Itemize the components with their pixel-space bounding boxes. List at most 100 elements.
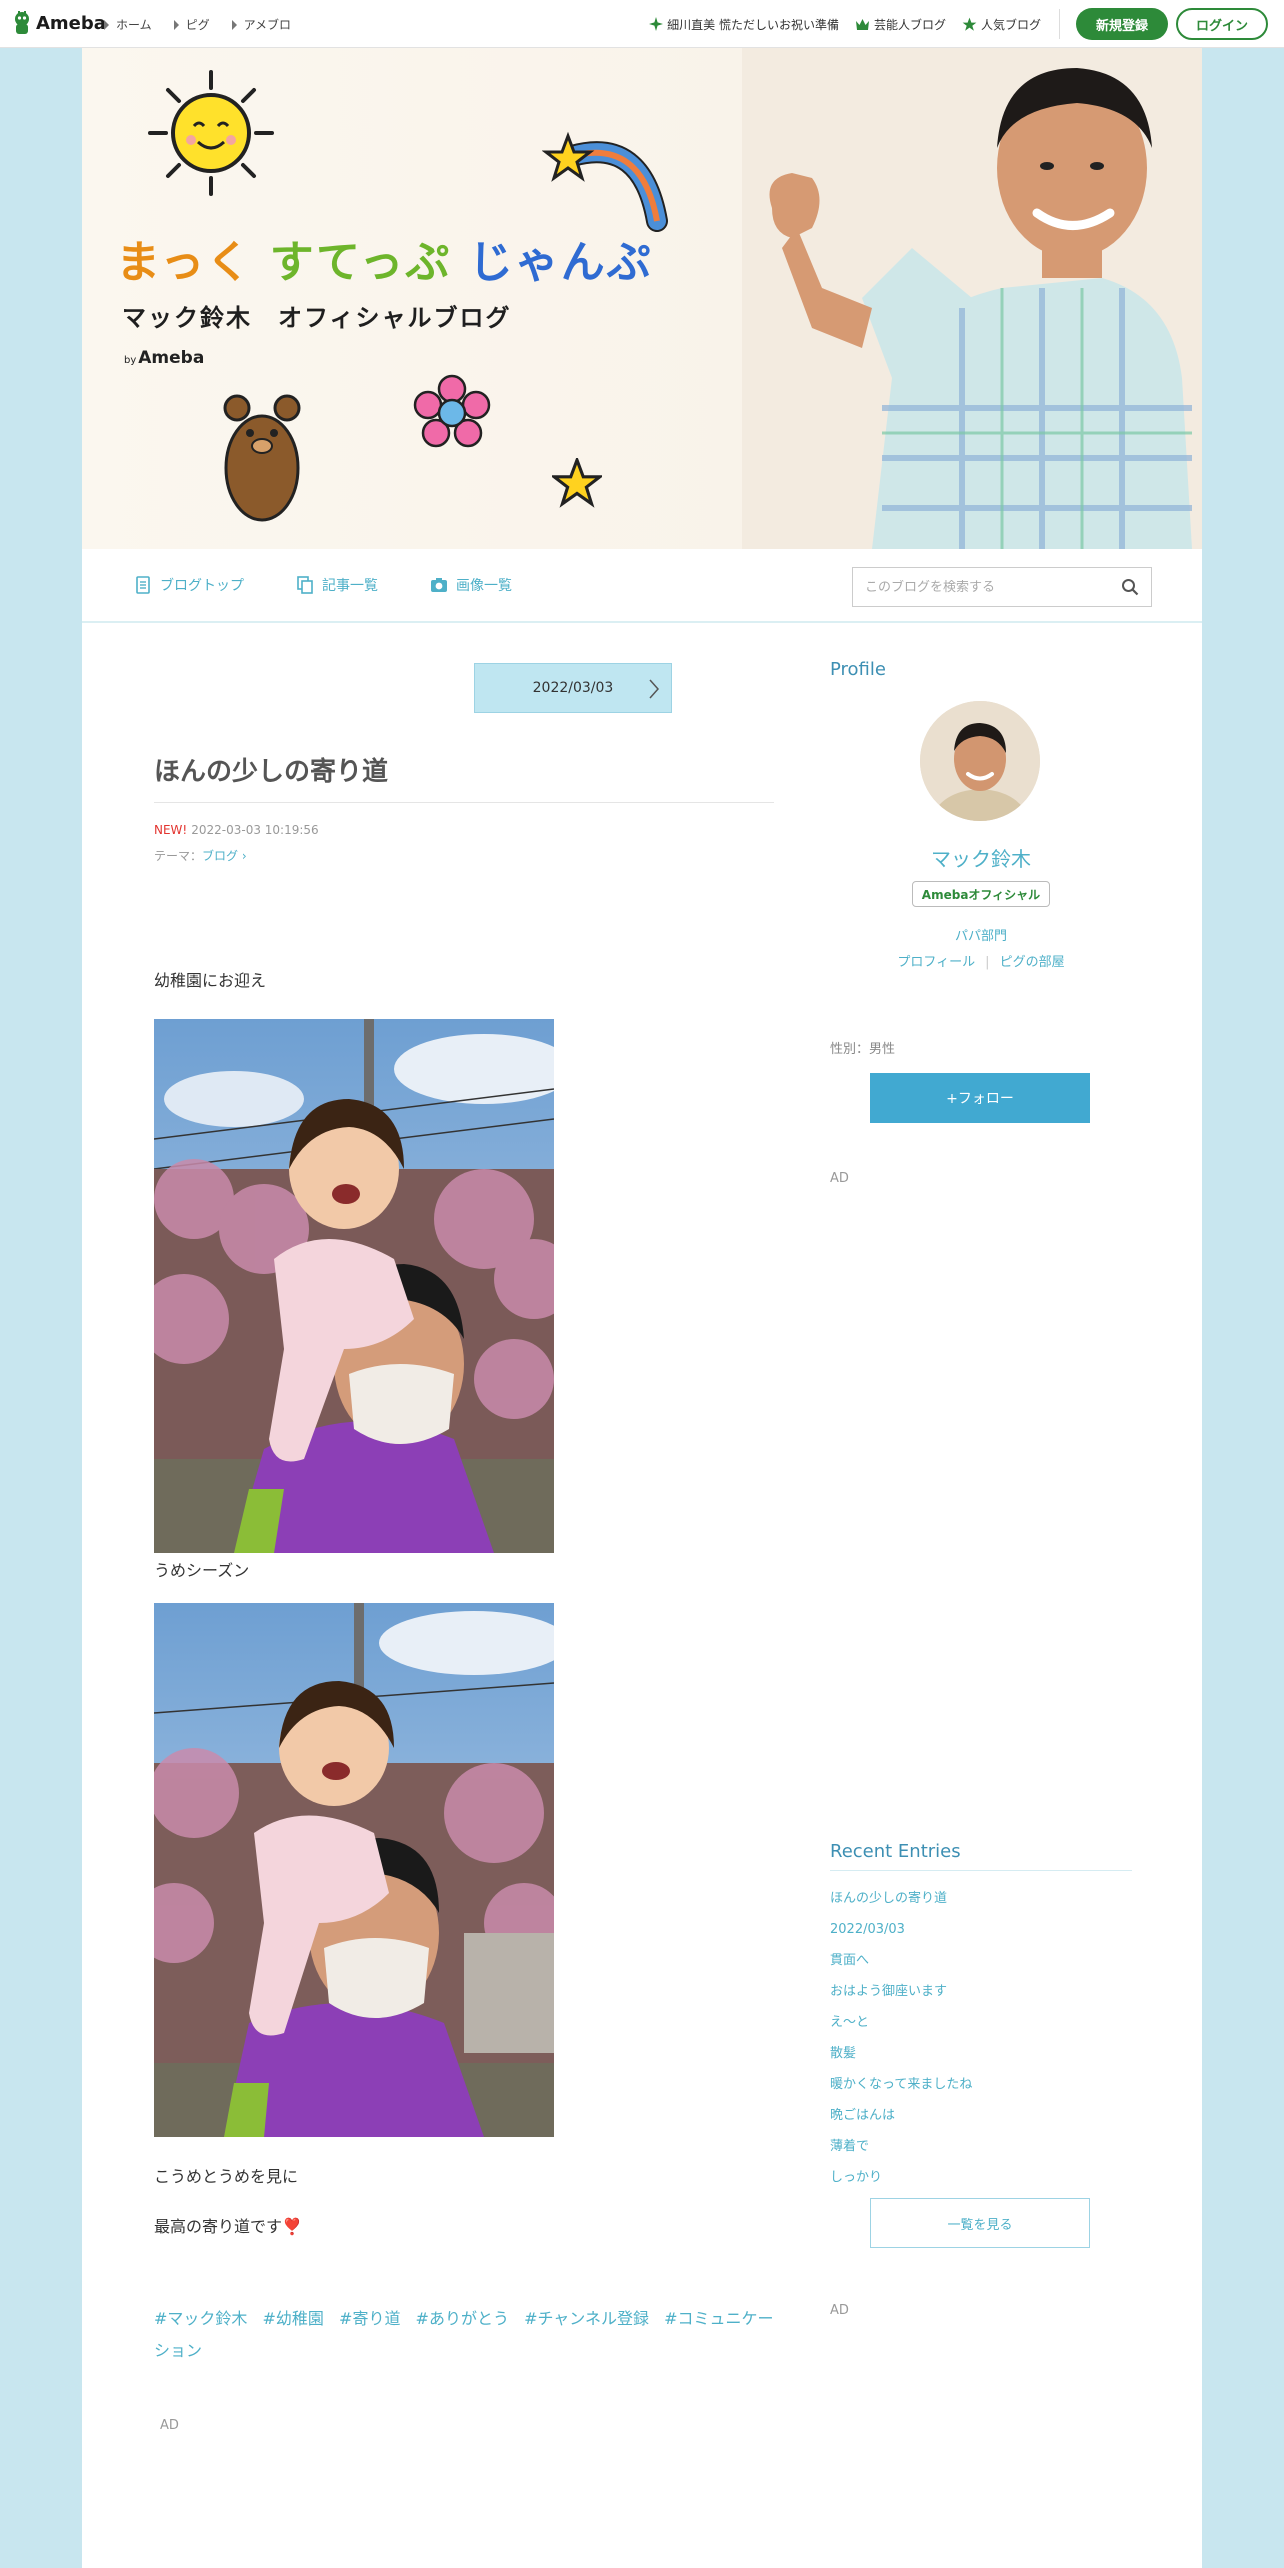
arrow-right-icon <box>173 19 179 30</box>
official-badge: Amebaオフィシャル <box>912 881 1050 907</box>
chevron-right-icon <box>649 679 660 699</box>
category-link[interactable]: パパ部門 <box>830 925 1132 944</box>
view-all-entries-button[interactable]: 一覧を見る <box>870 2198 1090 2248</box>
nav-home-label: ホーム <box>116 18 152 32</box>
camera-icon <box>431 578 447 592</box>
nav-ameblo-link[interactable]: アメブロ <box>231 16 292 33</box>
theme-label: ブログ <box>202 849 239 863</box>
theme-link[interactable]: ブログ › <box>202 849 247 863</box>
ad-label: AD <box>160 2418 179 2433</box>
entry-photo-2[interactable] <box>154 1603 554 2137</box>
blog-header-banner[interactable]: まっく すてっぷ じゃんぷ マック鈴木 オフィシャルブログ by Ameba <box>82 48 1202 549</box>
page-frame: まっく すてっぷ じゃんぷ マック鈴木 オフィシャルブログ by Ameba ブ… <box>82 48 1202 2568</box>
ad-label: AD <box>830 1171 849 1186</box>
ameba-mascot-icon <box>15 11 29 34</box>
entry-title[interactable]: ほんの少しの寄り道 <box>154 751 774 803</box>
by-brand: Ameba <box>138 348 205 368</box>
follow-button[interactable]: +フォロー <box>870 1073 1090 1123</box>
blog-author-photo <box>742 48 1202 549</box>
sun-illustration <box>148 70 274 196</box>
global-nav-right: 細川直美 慌ただしいお祝い準備 芸能人ブログ 人気ブログ 新規登録 ログイン <box>649 8 1268 40</box>
trending-topic-link[interactable]: 細川直美 慌ただしいお祝い準備 <box>649 16 839 33</box>
ad-label: AD <box>830 2303 849 2318</box>
hashtag-link[interactable]: #幼稚園 <box>263 2309 324 2328</box>
profile-name[interactable]: マック鈴木 <box>830 843 1132 872</box>
crown-icon <box>855 18 869 30</box>
hashtag-link[interactable]: #マック鈴木 <box>154 2309 247 2328</box>
star-illustration <box>552 458 602 508</box>
bear-illustration <box>223 394 301 522</box>
recent-entry-link[interactable]: 2022/03/03 <box>830 1914 1132 1945</box>
recent-entry-link[interactable]: 暖かくなって来ましたね <box>830 2069 1132 2100</box>
recent-entry-link[interactable]: 散髪 <box>830 2038 1132 2069</box>
profile-links: プロフィール | ピグの部屋 <box>830 951 1132 970</box>
entry-body-text-3: 最高の寄り道です❣️ <box>154 2217 302 2236</box>
by-ameba-mark: by Ameba <box>124 348 204 368</box>
nav-home-link[interactable]: ホーム <box>104 16 152 33</box>
blog-top-label: ブログトップ <box>160 578 244 594</box>
arrow-right-icon <box>231 19 237 30</box>
star-icon <box>962 17 977 31</box>
login-button[interactable]: ログイン <box>1176 8 1268 40</box>
image-list-label: 画像一覧 <box>456 578 512 594</box>
blog-title-logo: まっく すてっぷ じゃんぷ <box>116 226 653 290</box>
blog-subtitle: マック鈴木 オフィシャルブログ <box>122 304 512 332</box>
blog-title-part2: すてっぷ <box>269 237 452 288</box>
blog-nav-bar: ブログトップ 記事一覧 画像一覧 <box>82 549 1202 623</box>
photo-caption: うめシーズン <box>154 1561 250 1580</box>
recent-entry-link[interactable]: おはよう御座います <box>830 1976 1132 2007</box>
next-entry-button[interactable]: 2022/03/03 <box>474 663 672 713</box>
blog-top-link[interactable]: ブログトップ <box>134 575 244 595</box>
recent-entry-link[interactable]: 貫面へ <box>830 1945 1132 1976</box>
blog-search-input[interactable] <box>865 579 1121 595</box>
global-header: Ameba ホーム ピグ アメブロ 細川直美 慌ただしいお祝い準備 芸能人ブログ… <box>0 0 1284 48</box>
flower-illustration <box>413 374 491 448</box>
recent-entries-heading: Recent Entries <box>830 1841 1132 1871</box>
theme-prefix: テーマ： <box>154 849 203 863</box>
profile-link[interactable]: プロフィール <box>897 955 975 970</box>
nav-pigg-label: ピグ <box>185 18 210 32</box>
nav-pigg-link[interactable]: ピグ <box>173 16 210 33</box>
ameba-logo[interactable]: Ameba <box>12 10 106 36</box>
hashtag-link[interactable]: #チャンネル登録 <box>524 2309 649 2328</box>
next-entry-date: 2022/03/03 <box>532 680 614 696</box>
nav-ameblo-label: アメブロ <box>243 18 292 32</box>
blog-title-part1: まっく <box>116 237 253 288</box>
arrow-right-icon <box>104 19 109 30</box>
recent-entry-link[interactable]: しっかり <box>830 2162 1132 2193</box>
avatar[interactable] <box>920 701 1040 821</box>
entry-list-link[interactable]: 記事一覧 <box>296 575 378 595</box>
entry-body-text-2: こうめとうめを見に <box>154 2167 299 2186</box>
popular-blog-label: 人気ブログ <box>980 17 1041 32</box>
trending-topic-label: 細川直美 慌ただしいお祝い準備 <box>667 17 839 32</box>
image-list-link[interactable]: 画像一覧 <box>430 575 512 595</box>
gender-text: 性別：男性 <box>830 1042 896 1057</box>
entry-photo[interactable] <box>154 1019 554 1553</box>
celebrity-blog-label: 芸能人ブログ <box>873 17 946 32</box>
divider: | <box>985 955 990 970</box>
entry-list-label: 記事一覧 <box>322 578 378 594</box>
blog-search <box>852 567 1152 607</box>
popular-blog-link[interactable]: 人気ブログ <box>962 16 1041 33</box>
avatar-image <box>920 701 1040 821</box>
recent-entry-link[interactable]: え〜と <box>830 2007 1132 2038</box>
sparkle-icon <box>649 17 664 31</box>
global-nav-left: ホーム ピグ アメブロ <box>104 16 291 33</box>
register-button[interactable]: 新規登録 <box>1076 8 1168 40</box>
new-badge: NEW! <box>154 823 188 837</box>
hashtag-link[interactable]: #寄り道 <box>339 2309 400 2328</box>
entry-timestamp: 2022-03-03 10:19:56 <box>191 823 319 837</box>
celebrity-blog-link[interactable]: 芸能人ブログ <box>855 16 946 33</box>
document-icon <box>136 576 150 594</box>
recent-entry-link[interactable]: ほんの少しの寄り道 <box>830 1883 1132 1914</box>
search-icon[interactable] <box>1121 578 1139 596</box>
recent-entry-link[interactable]: 薄着で <box>830 2131 1132 2162</box>
entry-body-text: 幼稚園にお迎え <box>154 971 267 990</box>
recent-entry-link[interactable]: 晩ごはんは <box>830 2100 1132 2131</box>
blog-nav-items: ブログトップ 記事一覧 画像一覧 <box>134 575 512 595</box>
hashtag-link[interactable]: #ありがとう <box>416 2309 509 2328</box>
logo-text: Ameba <box>36 12 106 34</box>
copy-icon <box>297 576 313 594</box>
pigg-room-link[interactable]: ピグの部屋 <box>1000 955 1065 970</box>
blog-title-part3: じゃんぷ <box>468 237 653 288</box>
